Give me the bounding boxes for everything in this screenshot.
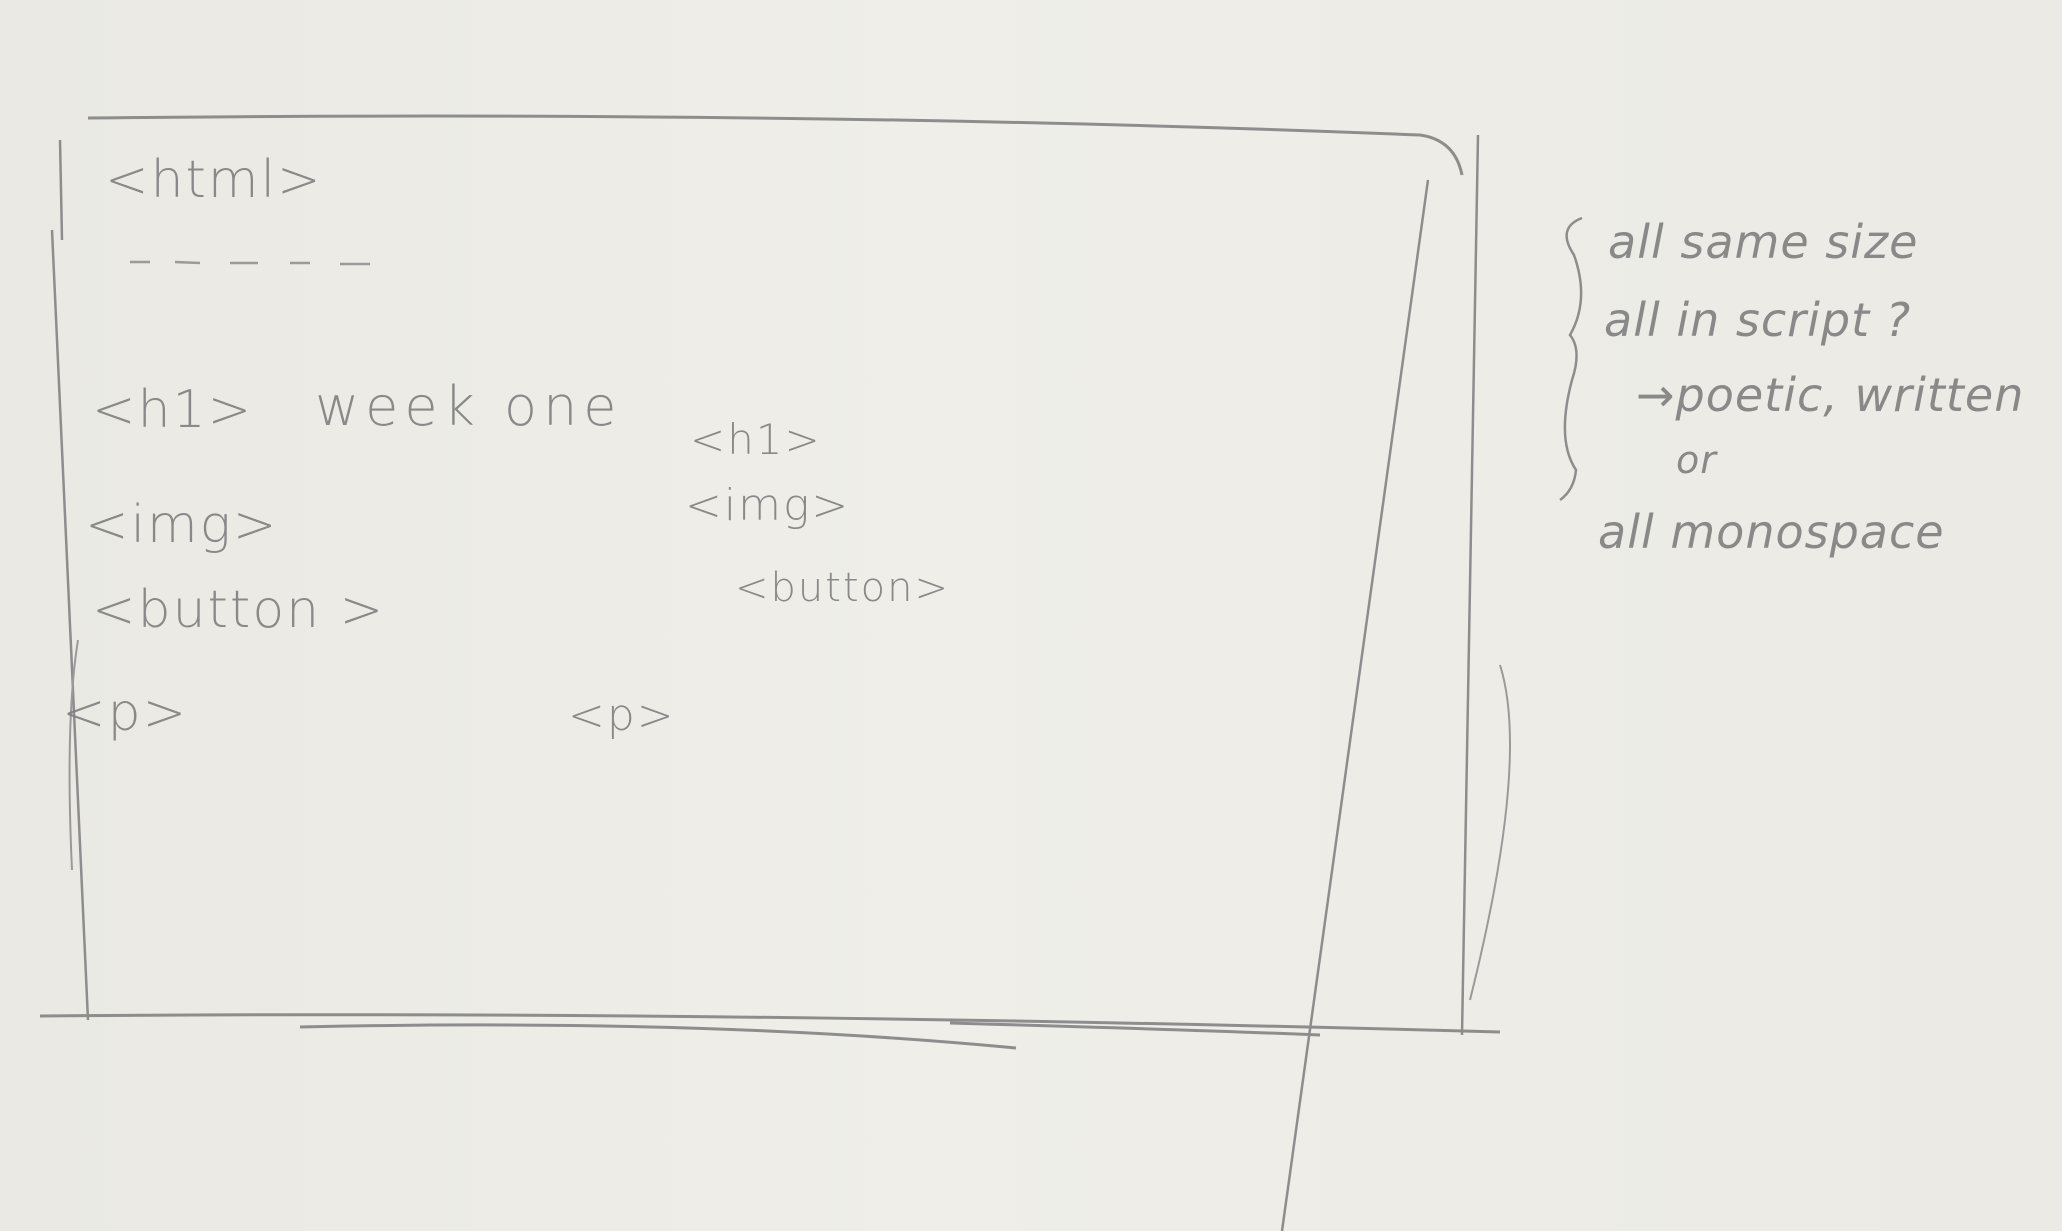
p-open-tag-label: <p> (62, 683, 189, 743)
html-tag-label: <html> (105, 150, 323, 210)
notes-brace (1559, 216, 1583, 502)
note-or: or (1676, 438, 1717, 482)
h1-open-tag-label: <h1> (92, 380, 254, 440)
frame-right-curve (1469, 664, 1511, 1001)
button-open-tag-label: <button > (92, 580, 386, 640)
note-script: all in script ? (1604, 293, 1912, 347)
frame-diagonal-line (1280, 179, 1430, 1231)
h1-heading-text: week one (315, 375, 623, 438)
frame-left-line (50, 139, 90, 1021)
dashed-placeholder (130, 260, 370, 266)
frame-right-line (1460, 134, 1480, 1036)
note-same-size: all same size (1608, 215, 1919, 269)
h1-close-tag-label: <h1> (690, 415, 822, 464)
img-open-tag-label: <img> (85, 495, 279, 555)
note-monospace: all monospace (1598, 505, 1945, 559)
img-close-tag-label: <img> (685, 480, 851, 531)
p-close-tag-label: <p> (568, 690, 676, 741)
frame-bottom-line (39, 1013, 1501, 1050)
note-poetic-written: →poetic, written (1636, 368, 2025, 422)
button-close-tag-label: <button> (735, 565, 950, 611)
